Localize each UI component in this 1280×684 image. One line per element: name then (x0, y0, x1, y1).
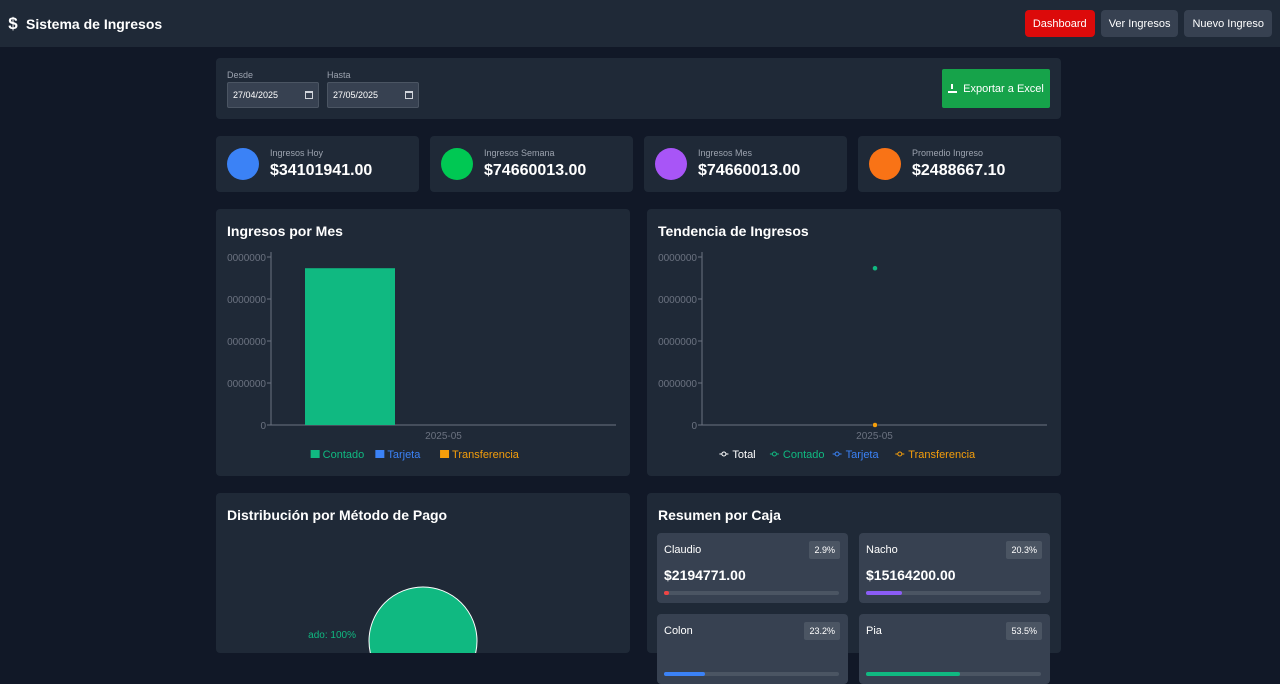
bar-chart-card: Ingresos por Mes 0000000 0000000 0000000 00… (216, 209, 630, 476)
legend-swatch (310, 450, 320, 458)
dollar-icon: $ (8, 13, 18, 33)
caja-progress-fill (664, 672, 705, 676)
calendar-icon[interactable] (405, 91, 413, 99)
legend-label: Transferencia (908, 449, 976, 461)
caja-percent-badge: 23.2% (804, 622, 840, 640)
hasta-label: Hasta (327, 70, 351, 80)
y-tick-label: 0000000 (658, 253, 697, 264)
stat-card-hoy: Ingresos Hoy $34101941.00 (216, 136, 419, 192)
caja-amount: $15164200.00 (866, 567, 956, 583)
y-tick-label: 0 (260, 421, 266, 432)
caja-progress-fill (664, 591, 670, 595)
caja-percent-badge: 20.3% (1006, 541, 1042, 559)
legend-point-marker (721, 451, 727, 457)
caja-name: Claudio (664, 544, 702, 556)
point-contado (872, 265, 878, 271)
caja-name: Nacho (866, 544, 898, 556)
caja-progress-bar (664, 591, 839, 595)
nav-menu: Dashboard Ver Ingresos Nuevo Ingreso (1024, 10, 1272, 37)
caja-progress-bar (866, 672, 1041, 676)
bar-contado (305, 268, 395, 425)
hasta-date-input[interactable]: 27/05/2025 (327, 82, 419, 108)
caja-progress-fill (866, 591, 902, 595)
legend-label: Contado (323, 449, 365, 461)
stat-label: Ingresos Hoy (270, 148, 324, 158)
desde-date-input[interactable]: 27/04/2025 (227, 82, 319, 108)
legend-swatch (440, 450, 450, 458)
stat-dot-icon (441, 148, 473, 180)
hasta-date-value: 27/05/2025 (333, 90, 379, 100)
y-tick-label: 0000000 (227, 295, 266, 306)
legend-label: Tarjeta (846, 449, 880, 461)
caja-amount: $2194771.00 (664, 567, 746, 583)
export-excel-button[interactable]: Exportar a Excel (942, 69, 1050, 108)
line-chart: 000000000000000000000000000002025-05Tota… (658, 252, 1047, 461)
caja-progress-bar (664, 672, 839, 676)
caja-summary-card: Resumen por Caja Claudio 2.9% $2194771.0… (647, 493, 1061, 684)
stat-value: $74660013.00 (698, 162, 801, 179)
stat-value: $74660013.00 (484, 162, 587, 179)
nav-ver-ingresos-button[interactable]: Ver Ingresos (1100, 10, 1179, 37)
calendar-icon[interactable] (305, 91, 313, 99)
legend-point-marker (771, 451, 777, 457)
caja-progress-fill (866, 672, 960, 676)
x-tick-label: 2025-05 (425, 431, 462, 442)
caja-name: Pia (866, 625, 882, 637)
stat-label: Ingresos Semana (484, 148, 555, 158)
brand: $ Sistema de Ingresos (8, 14, 162, 34)
caja-item: Claudio 2.9% $2194771.00 (657, 533, 848, 603)
y-tick-label: 0000000 (658, 337, 697, 348)
legend-label: Contado (783, 449, 825, 461)
caja-item: Pia 53.5% (859, 614, 1050, 684)
pie-slice-contado (368, 586, 478, 653)
nav-nuevo-ingreso-button[interactable]: Nuevo Ingreso (1184, 10, 1272, 37)
app-title: Sistema de Ingresos (26, 15, 163, 32)
stat-label: Ingresos Mes (698, 148, 753, 158)
pie-chart-card: Distribución por Método de Pago ado: 100… (216, 493, 630, 653)
caja-progress-bar (866, 591, 1041, 595)
caja-percent-badge: 2.9% (809, 541, 840, 559)
bar-chart: 000000000000000000000000000002025-05Cont… (227, 252, 616, 461)
pie-slice-label: ado: 100% (308, 630, 356, 641)
y-tick-label: 0000000 (227, 253, 266, 264)
stat-card-promedio: Promedio Ingreso $2488667.10 (858, 136, 1061, 192)
x-tick-label: 2025-05 (856, 431, 893, 442)
export-label: Exportar a Excel (963, 82, 1044, 95)
date-filter-panel: Desde 27/04/2025 Hasta 27/05/2025 Export… (216, 58, 1061, 119)
caja-name: Colon (664, 625, 693, 637)
line-chart-card: Tendencia de Ingresos 0000000 0000000 0000… (647, 209, 1061, 476)
stat-dot-icon (227, 148, 259, 180)
legend-point-marker (834, 451, 840, 457)
legend-point-marker (897, 451, 903, 457)
desde-field: Desde 27/04/2025 (227, 70, 319, 108)
stat-value: $34101941.00 (270, 162, 373, 179)
hasta-field: Hasta 27/05/2025 (327, 70, 419, 108)
caja-percent-badge: 53.5% (1006, 622, 1042, 640)
caja-summary-title: Resumen por Caja (658, 507, 781, 523)
desde-label: Desde (227, 70, 254, 80)
nav-dashboard-button[interactable]: Dashboard (1024, 10, 1095, 37)
top-navbar: $ Sistema de Ingresos Dashboard Ver Ingr… (0, 0, 1280, 47)
stat-card-mes: Ingresos Mes $74660013.00 (644, 136, 847, 192)
desde-date-value: 27/04/2025 (233, 90, 279, 100)
stat-label: Promedio Ingreso (912, 148, 984, 158)
y-tick-label: 0000000 (227, 337, 266, 348)
stat-dot-icon (869, 148, 901, 180)
legend-label: Transferencia (452, 449, 520, 461)
stat-dot-icon (655, 148, 687, 180)
y-tick-label: 0000000 (227, 379, 266, 390)
y-tick-label: 0 (691, 421, 697, 432)
y-tick-label: 0000000 (658, 295, 697, 306)
stat-card-semana: Ingresos Semana $74660013.00 (430, 136, 633, 192)
point-transferencia (872, 422, 878, 428)
caja-item: Colon 23.2% (657, 614, 848, 684)
legend-label: Tarjeta (387, 449, 421, 461)
y-tick-label: 0000000 (658, 379, 697, 390)
stat-value: $2488667.10 (912, 162, 1006, 179)
legend-label: Total (732, 449, 755, 461)
legend-swatch (375, 450, 385, 458)
pie-chart: ado: 100% (308, 586, 478, 653)
download-icon (948, 84, 958, 93)
caja-item: Nacho 20.3% $15164200.00 (859, 533, 1050, 603)
